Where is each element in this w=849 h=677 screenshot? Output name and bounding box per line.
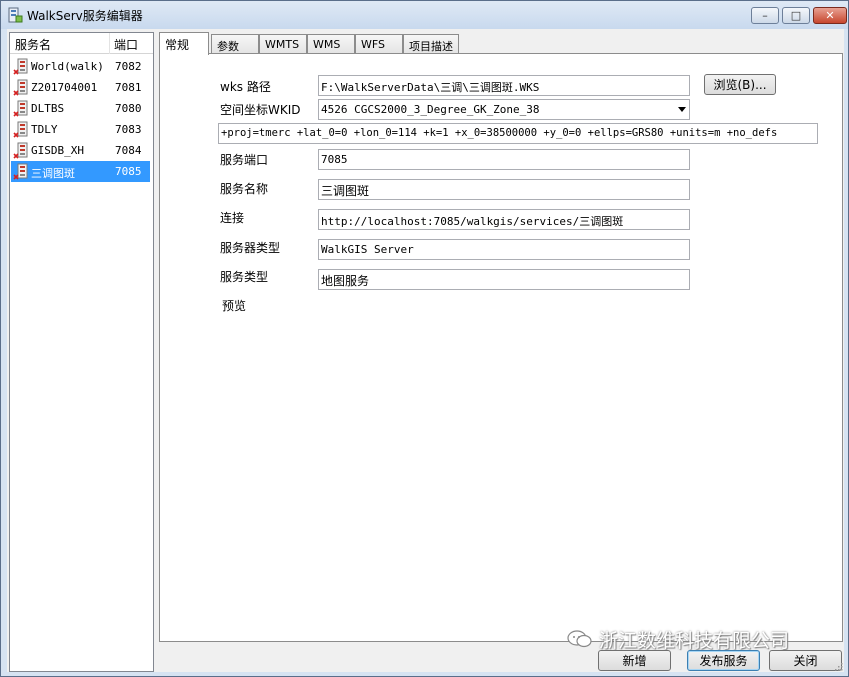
list-item-port: 7081 xyxy=(115,81,142,94)
server-type-label: 服务器类型 xyxy=(220,241,281,255)
wks-path-field[interactable]: F:\WalkServerData\三调\三调图斑.WKS xyxy=(318,75,690,96)
stopped-server-icon xyxy=(13,100,31,118)
list-item-name: Z201704001 xyxy=(31,81,98,94)
wkid-label: 空间坐标WKID xyxy=(220,103,301,117)
list-item-name: World(walk) xyxy=(31,60,104,73)
service-port-field[interactable]: 7085 xyxy=(318,149,690,170)
close-button-label: 关闭 xyxy=(793,654,818,668)
list-item-name: DLTBS xyxy=(31,102,65,115)
new-button-label: 新增 xyxy=(622,654,647,668)
minimize-icon: – xyxy=(762,9,768,22)
tab-project-description[interactable]: 项目描述 xyxy=(403,34,459,54)
client-area: 服务名 端口 World(walk) 7082 Z201704001 7081 DLTB… xyxy=(7,29,844,672)
publish-service-button[interactable]: 发布服务 xyxy=(687,650,760,671)
column-header-name[interactable]: 服务名 xyxy=(15,36,51,53)
tab-general[interactable]: 常规 xyxy=(159,32,209,55)
publish-button-label: 发布服务 xyxy=(699,654,748,668)
connection-url-field[interactable]: http://localhost:7085/walkgis/services/三… xyxy=(318,209,690,230)
close-button[interactable]: 关闭 xyxy=(769,650,842,671)
preview-label: 预览 xyxy=(222,299,247,313)
tab-label: 常规 xyxy=(165,38,190,52)
tab-label: WMS xyxy=(313,38,341,51)
list-item[interactable]: TDLY 7083 xyxy=(11,119,150,140)
browse-button[interactable]: 浏览(B)... xyxy=(704,74,776,95)
column-header-port[interactable]: 端口 xyxy=(114,36,138,53)
service-name-field[interactable]: 三调图斑 xyxy=(318,179,690,200)
list-item-port: 7080 xyxy=(115,102,142,115)
service-port-label: 服务端口 xyxy=(220,153,269,167)
list-item[interactable]: GISDB_XH 7084 xyxy=(11,140,150,161)
browse-button-label: 浏览(B)... xyxy=(713,78,767,92)
service-type-label: 服务类型 xyxy=(220,270,269,284)
watermark: 浙江数维科技有限公司 xyxy=(567,626,789,652)
list-item[interactable]: DLTBS 7080 xyxy=(11,98,150,119)
list-item-name: 三调图斑 xyxy=(31,167,75,180)
close-icon: ✕ xyxy=(825,9,835,22)
list-item-port: 7083 xyxy=(115,123,142,136)
resize-grip-icon[interactable] xyxy=(833,661,843,671)
list-item-port: 7082 xyxy=(115,60,142,73)
column-separator[interactable] xyxy=(109,33,110,54)
list-item-port: 7084 xyxy=(115,144,142,157)
connection-label: 连接 xyxy=(220,211,245,225)
maximize-button[interactable]: □ xyxy=(782,7,810,24)
wks-path-label: wks 路径 xyxy=(220,80,271,94)
tab-label: WFS xyxy=(361,38,385,51)
service-list[interactable]: 服务名 端口 World(walk) 7082 Z201704001 7081 DLTB… xyxy=(9,32,154,672)
list-header: 服务名 端口 xyxy=(10,33,153,54)
title-bar[interactable]: WalkServ服务编辑器 – □ ✕ xyxy=(1,1,848,29)
tab-label: WMTS xyxy=(265,38,300,51)
chevron-down-icon[interactable] xyxy=(678,107,686,112)
wkid-selected-value: 4526 CGCS2000_3_Degree_GK_Zone_38 xyxy=(321,103,540,116)
stopped-server-icon xyxy=(13,142,31,160)
list-item[interactable]: 三调图斑 7085 xyxy=(11,161,150,182)
tab-wmts[interactable]: WMTS xyxy=(259,34,307,54)
minimize-button[interactable]: – xyxy=(751,7,779,24)
proj-string-field[interactable]: +proj=tmerc +lat_0=0 +lon_0=114 +k=1 +x_… xyxy=(218,123,818,144)
tab-label: 参数 xyxy=(217,40,239,53)
wechat-icon xyxy=(567,630,592,648)
window-title: WalkServ服务编辑器 xyxy=(27,9,143,23)
list-item-name: TDLY xyxy=(31,123,58,136)
tab-label: 项目描述 xyxy=(409,40,453,53)
service-name-label: 服务名称 xyxy=(220,182,269,196)
list-item[interactable]: Z201704001 7081 xyxy=(11,77,150,98)
list-item-port: 7085 xyxy=(115,165,142,178)
server-type-field[interactable]: WalkGIS Server xyxy=(318,239,690,260)
tab-wms[interactable]: WMS xyxy=(307,34,355,54)
server-app-icon xyxy=(8,7,23,23)
stopped-server-icon xyxy=(13,58,31,76)
close-window-button[interactable]: ✕ xyxy=(813,7,847,24)
list-item[interactable]: World(walk) 7082 xyxy=(11,56,150,77)
tab-strip: 常规 参数 WMTS WMS WFS 项目描述 xyxy=(159,32,845,55)
stopped-server-icon xyxy=(13,163,31,181)
service-type-field[interactable]: 地图服务 xyxy=(318,269,690,290)
watermark-text: 浙江数维科技有限公司 xyxy=(599,629,790,652)
app-window: WalkServ服务编辑器 – □ ✕ 服务名 端口 World(walk) 70… xyxy=(0,0,849,677)
tab-parameters[interactable]: 参数 xyxy=(211,34,259,54)
wkid-dropdown[interactable]: 4526 CGCS2000_3_Degree_GK_Zone_38 xyxy=(318,99,690,120)
maximize-icon: □ xyxy=(790,9,802,22)
stopped-server-icon xyxy=(13,79,31,97)
stopped-server-icon xyxy=(13,121,31,139)
tab-wfs[interactable]: WFS xyxy=(355,34,403,54)
list-item-name: GISDB_XH xyxy=(31,144,84,157)
new-button[interactable]: 新增 xyxy=(598,650,671,671)
tab-panel-general: wks 路径 F:\WalkServerData\三调\三调图斑.WKS 浏览(… xyxy=(159,53,843,642)
